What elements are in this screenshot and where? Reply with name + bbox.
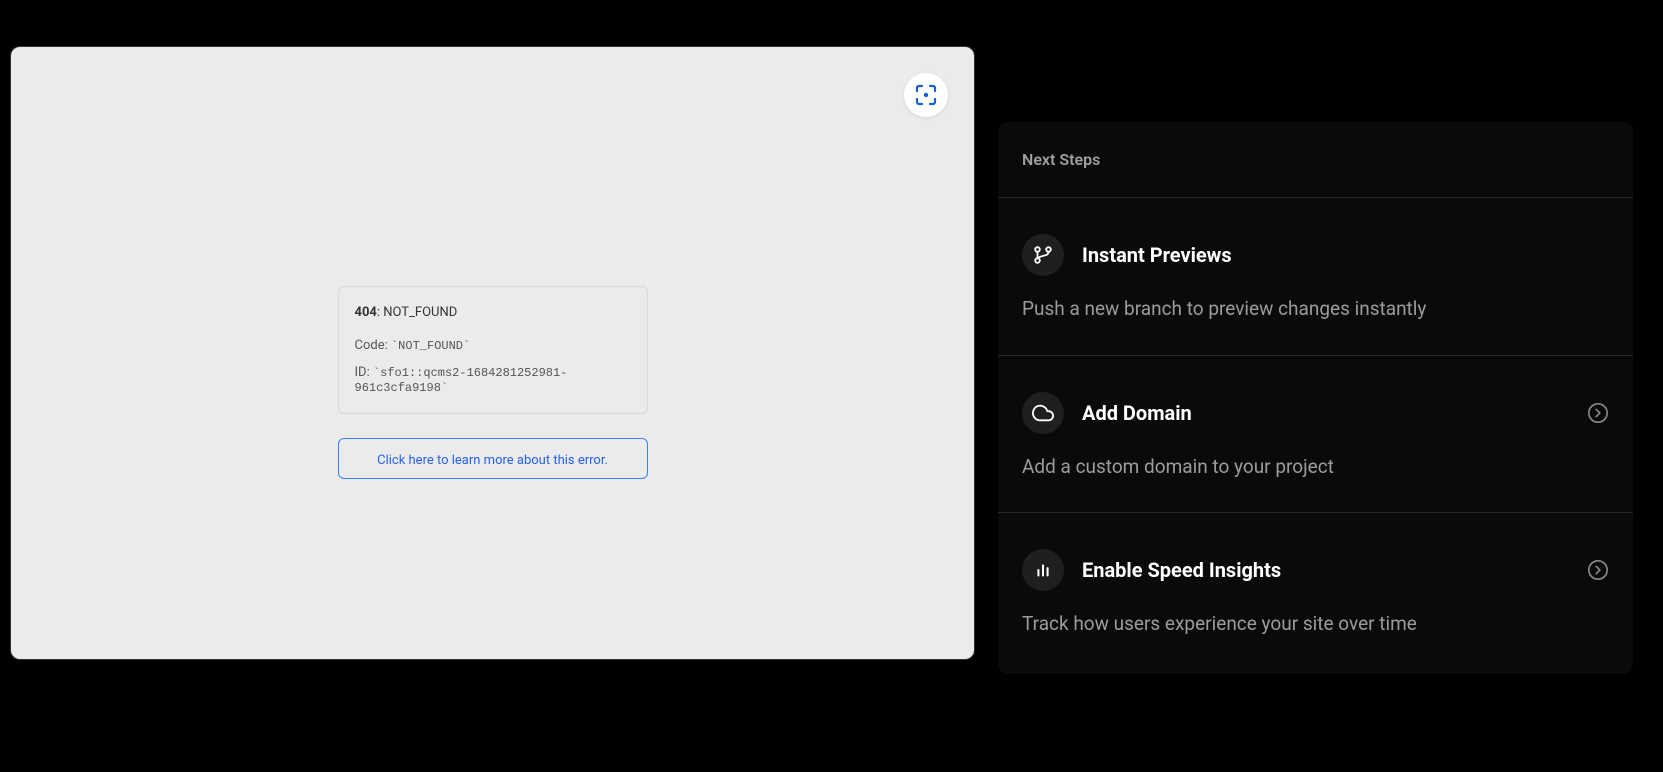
preview-panel: 404: NOT_FOUND Code: `NOT_FOUND` ID: `sf… xyxy=(10,46,975,660)
error-code-value: `NOT_FOUND` xyxy=(391,339,470,353)
error-id-label: ID: xyxy=(355,365,373,380)
scan-button[interactable] xyxy=(904,73,948,117)
step-add-domain[interactable]: Add Domain Add a custom domain to your p… xyxy=(998,356,1633,514)
learn-more-box[interactable]: Click here to learn more about this erro… xyxy=(338,438,648,479)
arrow-right-icon xyxy=(1587,559,1609,581)
error-id-value: `sfo1::qcms2-1684281252981-961c3cfa9198` xyxy=(355,366,568,395)
step-speed-insights[interactable]: Enable Speed Insights Track how users ex… xyxy=(998,513,1633,646)
next-steps-sidebar: Next Steps Instant Previews Push a new b… xyxy=(998,122,1633,674)
step-description: Track how users experience your site ove… xyxy=(1022,611,1609,638)
error-status: 404: NOT_FOUND xyxy=(355,305,631,320)
cloud-icon xyxy=(1022,392,1064,434)
step-title: Enable Speed Insights xyxy=(1082,558,1569,582)
step-title: Instant Previews xyxy=(1082,243,1609,267)
error-code-label: Code: xyxy=(355,338,391,353)
scan-icon xyxy=(914,83,938,107)
chart-icon xyxy=(1022,549,1064,591)
arrow-right-icon xyxy=(1587,402,1609,424)
error-box: 404: NOT_FOUND Code: `NOT_FOUND` ID: `sf… xyxy=(338,286,648,414)
branch-icon xyxy=(1022,234,1064,276)
step-description: Add a custom domain to your project xyxy=(1022,454,1609,481)
error-id-line: ID: `sfo1::qcms2-1684281252981-961c3cfa9… xyxy=(355,365,631,395)
step-title: Add Domain xyxy=(1082,401,1569,425)
preview-content: 404: NOT_FOUND Code: `NOT_FOUND` ID: `sf… xyxy=(17,57,968,649)
step-description: Push a new branch to preview changes ins… xyxy=(1022,296,1609,323)
error-code-name: : NOT_FOUND xyxy=(377,305,457,320)
step-header: Instant Previews xyxy=(1022,234,1609,276)
error-code: 404 xyxy=(355,305,377,320)
step-instant-previews[interactable]: Instant Previews Push a new branch to pr… xyxy=(998,198,1633,356)
sidebar-title: Next Steps xyxy=(998,150,1633,198)
step-header: Enable Speed Insights xyxy=(1022,549,1609,591)
step-header: Add Domain xyxy=(1022,392,1609,434)
error-code-line: Code: `NOT_FOUND` xyxy=(355,338,631,353)
learn-more-link[interactable]: Click here to learn more about this erro… xyxy=(377,453,608,468)
